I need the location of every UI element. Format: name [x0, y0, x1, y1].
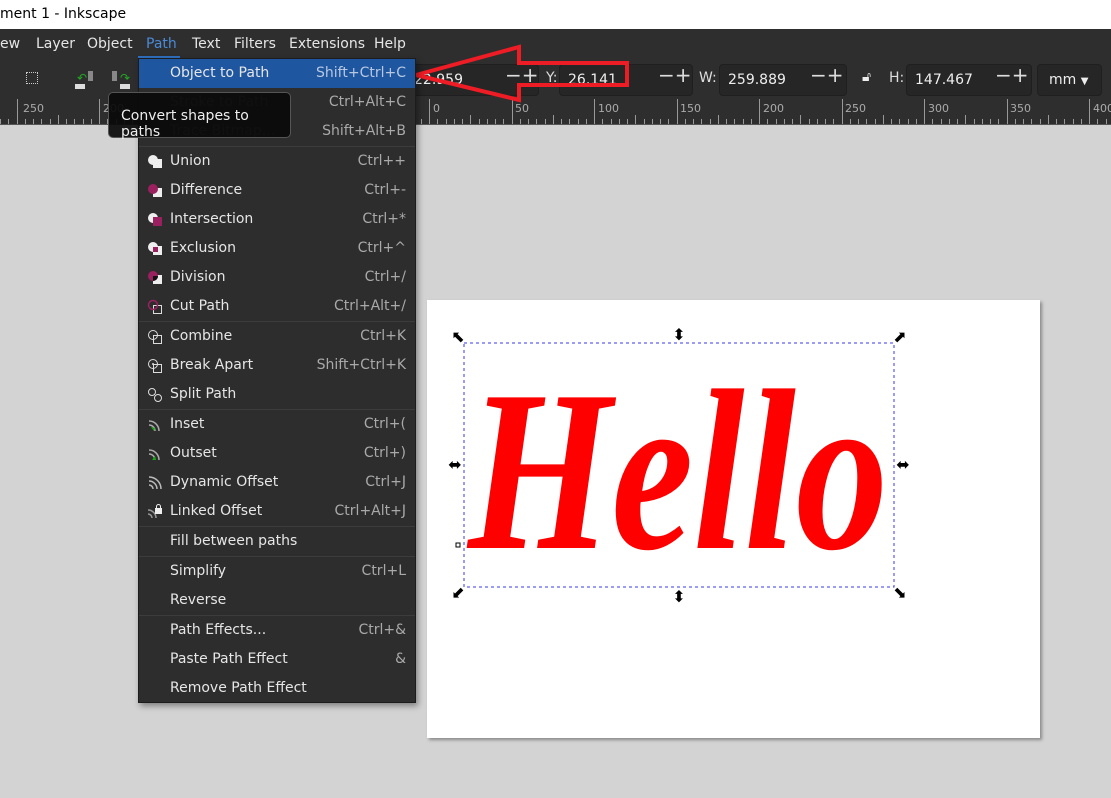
scale-handle-s[interactable]: ⬍	[672, 587, 685, 606]
scale-handle-se[interactable]: ⬊	[893, 583, 906, 602]
menu-item-label: Intersection	[170, 211, 254, 227]
menu-item-shortcut: Ctrl+/	[364, 269, 406, 285]
menu-separator	[139, 526, 415, 527]
menu-item-label: Division	[170, 269, 226, 285]
scale-handle-w[interactable]: ⬌	[448, 455, 461, 474]
menu-item-simplify[interactable]: Simplify Ctrl+L	[139, 557, 415, 586]
menu-item-label: Difference	[170, 182, 243, 198]
menu-separator	[139, 409, 415, 410]
menu-item-dynamic-offset[interactable]: Dynamic Offset Ctrl+J	[139, 468, 415, 497]
menu-item-reverse[interactable]: Reverse	[139, 586, 415, 615]
menu-item-fill-between-paths[interactable]: Fill between paths	[139, 527, 415, 556]
menu-item-label: Remove Path Effect	[170, 680, 307, 696]
hello-text[interactable]: Hello	[466, 343, 888, 598]
menu-item-shortcut: Shift+Alt+B	[322, 123, 406, 139]
menu-item-label: Linked Offset	[170, 503, 263, 519]
scale-handle-sw[interactable]: ⬋	[451, 583, 464, 602]
menu-item-outset[interactable]: Outset Ctrl+)	[139, 439, 415, 468]
scale-handle-e[interactable]: ⬌	[896, 455, 909, 474]
menu-item-shortcut: Ctrl+Alt+/	[333, 298, 406, 314]
menu-item-path-effects[interactable]: Path Effects... Ctrl+&	[139, 616, 415, 645]
menu-item-label: Outset	[170, 445, 217, 461]
combine-icon	[148, 330, 162, 344]
scale-handle-n[interactable]: ⬍	[672, 325, 685, 344]
menu-item-label: Cut Path	[170, 298, 230, 314]
split-path-icon	[148, 388, 162, 402]
annotation-arrow	[415, 44, 629, 103]
menu-item-label: Combine	[170, 328, 233, 344]
difference-icon	[148, 184, 162, 197]
menu-item-shortcut: Ctrl+L	[361, 563, 406, 579]
scale-handle-nw[interactable]: ⬉	[451, 327, 464, 346]
menu-item-label: Path Effects...	[170, 622, 267, 638]
menu-separator	[139, 556, 415, 557]
union-icon	[148, 155, 162, 168]
menu-item-label: Reverse	[170, 592, 227, 608]
menu-item-shortcut: Ctrl+&	[358, 622, 406, 638]
rotation-center[interactable]	[455, 542, 461, 548]
menu-item-shortcut: Ctrl+*	[362, 211, 406, 227]
menu-item-union[interactable]: Union Ctrl++	[139, 147, 415, 176]
menu-item-object-to-path[interactable]: Object to Path Shift+Ctrl+C	[139, 59, 415, 88]
menu-item-label: Fill between paths	[170, 533, 298, 549]
menu-item-shortcut: Ctrl+J	[365, 474, 406, 490]
menu-item-shortcut: Ctrl+Alt+J	[334, 503, 406, 519]
path-menu: Object to PathShift+Ctrl+CStroke to Path…	[138, 58, 416, 703]
menu-item-exclusion[interactable]: Exclusion Ctrl+^	[139, 234, 415, 263]
menu-separator	[139, 321, 415, 322]
scale-handle-ne[interactable]: ⬈	[893, 327, 906, 346]
menu-item-shortcut: Ctrl+-	[364, 182, 406, 198]
menu-separator	[139, 146, 415, 147]
menu-item-cut-path[interactable]: Cut Path Ctrl+Alt+/	[139, 292, 415, 321]
menu-item-division[interactable]: Division Ctrl+/	[139, 263, 415, 292]
menu-item-break-apart[interactable]: Break Apart Shift+Ctrl+K	[139, 351, 415, 380]
menu-item-shortcut: Ctrl+K	[360, 328, 406, 344]
menu-item-shortcut: Shift+Ctrl+C	[316, 65, 406, 81]
menu-item-linked-offset[interactable]: Linked Offset Ctrl+Alt+J	[139, 497, 415, 526]
menu-item-intersection[interactable]: Intersection Ctrl+*	[139, 205, 415, 234]
tooltip: Convert shapes to paths	[108, 92, 291, 140]
inset-icon	[148, 420, 160, 432]
linked-offset-icon	[147, 504, 162, 519]
menu-item-combine[interactable]: Combine Ctrl+K	[139, 322, 415, 351]
menu-item-paste-path-effect[interactable]: Paste Path Effect &	[139, 645, 415, 674]
menu-item-label: Split Path	[170, 386, 237, 402]
menu-item-label: Break Apart	[170, 357, 254, 373]
menu-item-shortcut: Ctrl+(	[363, 416, 406, 432]
menu-item-label: Union	[170, 153, 211, 169]
menu-item-difference[interactable]: Difference Ctrl+-	[139, 176, 415, 205]
menu-item-remove-path-effect[interactable]: Remove Path Effect	[139, 674, 415, 703]
menu-item-label: Dynamic Offset	[170, 474, 279, 490]
menu-item-shortcut: &	[395, 651, 406, 667]
menu-item-label: Object to Path	[170, 65, 270, 81]
exclusion-icon	[148, 242, 162, 255]
dynamic-offset-icon	[148, 476, 162, 490]
menu-item-shortcut: Ctrl+Alt+C	[328, 94, 406, 110]
menu-item-split-path[interactable]: Split Path	[139, 380, 415, 409]
break-apart-icon	[148, 359, 162, 373]
menu-item-label: Exclusion	[170, 240, 236, 256]
menu-item-shortcut: Ctrl+^	[357, 240, 406, 256]
cut-path-icon	[147, 299, 162, 314]
division-icon	[148, 271, 162, 284]
outset-icon	[148, 449, 160, 461]
menu-item-shortcut: Ctrl+)	[363, 445, 406, 461]
menu-item-label: Inset	[170, 416, 205, 432]
intersection-icon	[148, 213, 162, 226]
menu-separator	[139, 615, 415, 616]
menu-item-inset[interactable]: Inset Ctrl+(	[139, 410, 415, 439]
menu-item-shortcut: Ctrl++	[357, 153, 406, 169]
menu-item-shortcut: Shift+Ctrl+K	[316, 357, 406, 373]
menu-item-label: Paste Path Effect	[170, 651, 288, 667]
menu-item-label: Simplify	[170, 563, 227, 579]
